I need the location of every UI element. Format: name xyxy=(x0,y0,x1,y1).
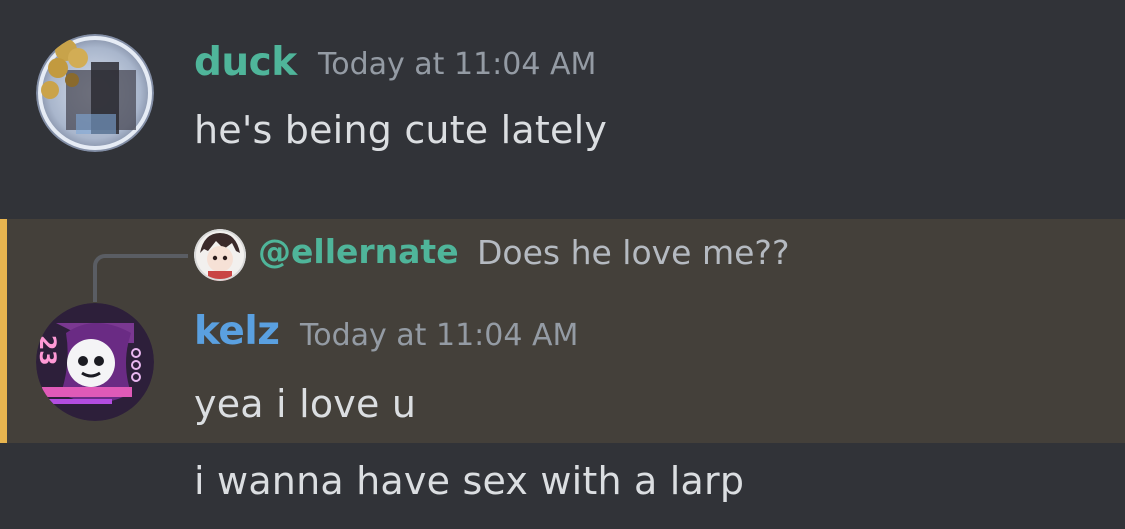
timestamp: Today at 11:04 AM xyxy=(300,318,579,353)
message-row: duck Today at 11:04 AM he's being cute l… xyxy=(0,0,1125,219)
message-row-continuation: i wanna have sex with a larp xyxy=(0,443,1125,529)
message-text: he's being cute lately xyxy=(194,108,608,152)
svg-text:23: 23 xyxy=(36,335,59,366)
avatar-duck-icon xyxy=(36,34,154,152)
username[interactable]: kelz xyxy=(194,309,280,354)
avatar[interactable]: 23 xyxy=(36,303,154,421)
username[interactable]: duck xyxy=(194,40,297,85)
message-text: yea i love u xyxy=(194,382,417,426)
reply-spine xyxy=(93,254,188,302)
avatar[interactable] xyxy=(36,34,154,152)
message-text: i wanna have sex with a larp xyxy=(194,459,745,503)
avatar-ellernate-icon xyxy=(194,229,246,281)
reply-preview-text[interactable]: Does he love me?? xyxy=(477,233,789,272)
message-row-highlighted: @ellernate Does he love me?? 23 kelz Tod… xyxy=(0,219,1125,443)
timestamp: Today at 11:04 AM xyxy=(318,47,597,82)
mention-highlight-bar xyxy=(0,219,7,443)
avatar-kelz-icon: 23 xyxy=(36,303,154,421)
reply-avatar[interactable] xyxy=(194,229,246,281)
reply-username[interactable]: @ellernate xyxy=(258,232,459,271)
